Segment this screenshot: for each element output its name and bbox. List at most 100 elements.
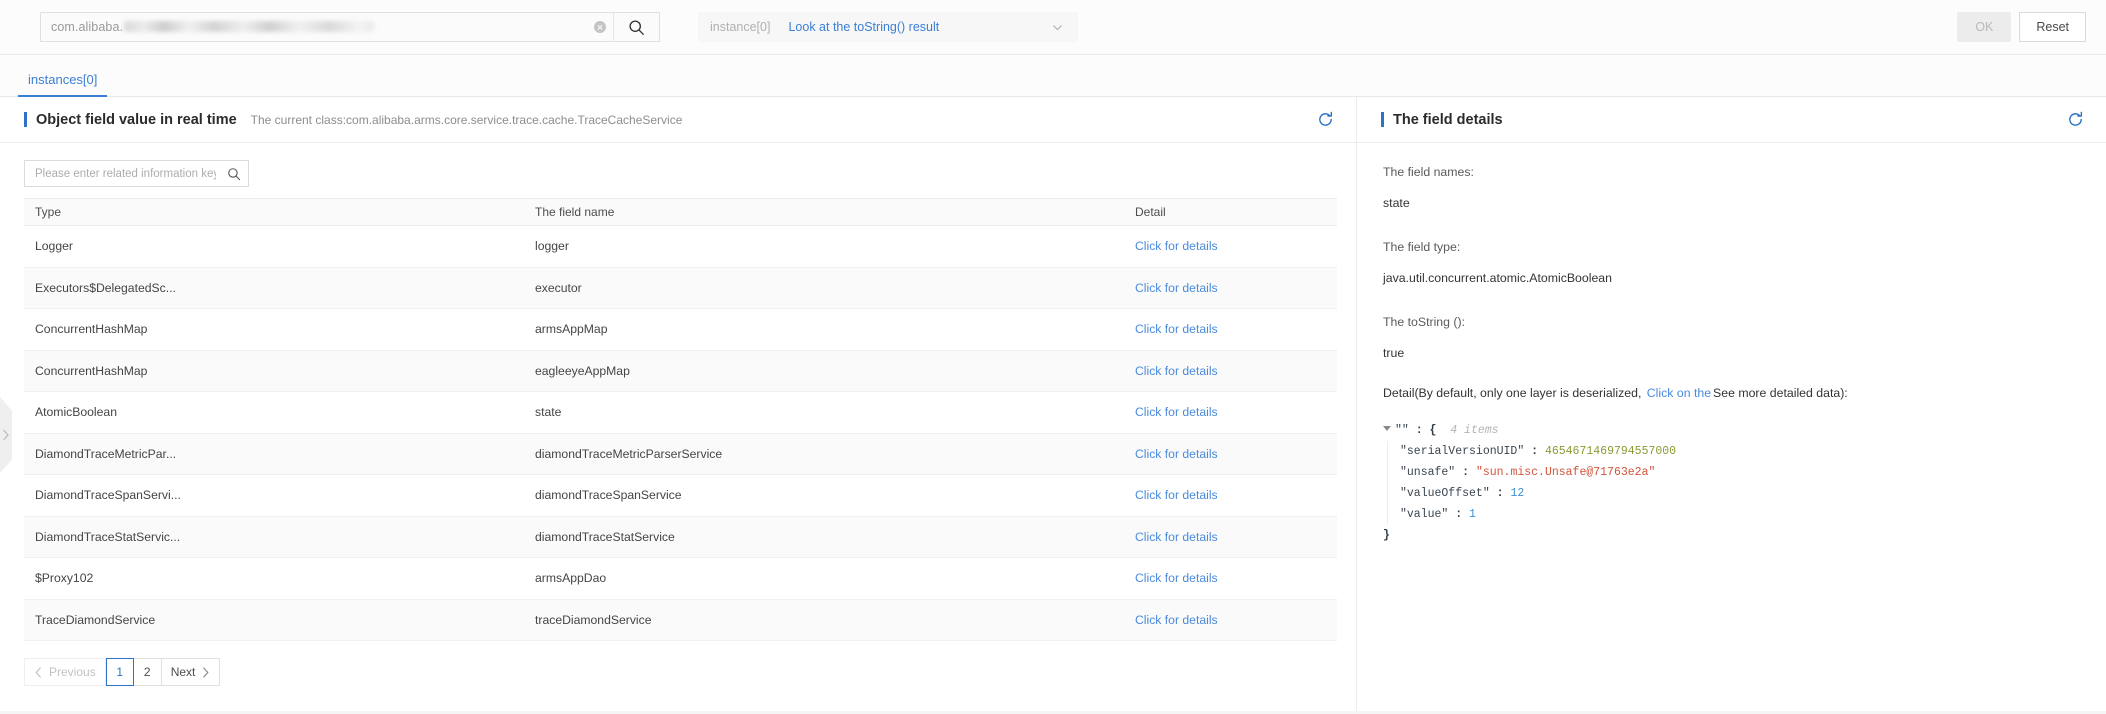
tostring-value: true <box>1383 346 1405 360</box>
click-for-details-link[interactable]: Click for details <box>1135 447 1218 461</box>
cell-field-name: diamondTraceStatService <box>524 516 1124 558</box>
click-for-details-link[interactable]: Click for details <box>1135 239 1218 253</box>
cell-field-name: logger <box>524 225 1124 268</box>
click-for-details-link[interactable]: Click for details <box>1135 281 1218 295</box>
cell-type: DiamondTraceSpanServi... <box>24 474 524 517</box>
refresh-icon[interactable] <box>2067 111 2084 128</box>
tab-instances-0[interactable]: instances[0] <box>17 72 108 97</box>
json-root-close: } <box>1383 529 1390 542</box>
chevron-left-icon <box>34 666 49 678</box>
app-root: com.alibaba. instance[0] Look at the toS… <box>0 0 2106 714</box>
field-filter-box[interactable] <box>24 160 249 187</box>
table-row: TraceDiamondService traceDiamondService Cl… <box>24 599 1337 641</box>
content-area: Object field value in real time The curr… <box>0 97 2106 714</box>
field-details-title: The field details <box>1393 111 1503 128</box>
cell-detail: Click for details <box>1124 225 1337 268</box>
cell-detail: Click for details <box>1124 599 1337 641</box>
pagination-next[interactable]: Next <box>161 658 221 686</box>
search-submit-icon[interactable] <box>613 13 659 41</box>
object-fields-table: Type The field name Detail Logger logger C… <box>24 198 1337 641</box>
cell-detail: Click for details <box>1124 350 1337 392</box>
table-row: DiamondTraceSpanServi... diamondTraceSpan… <box>24 474 1337 517</box>
json-entry: "valueOffset" : 12 <box>1400 487 1525 500</box>
caret-down-icon[interactable] <box>1383 426 1391 431</box>
click-for-details-link[interactable]: Click for details <box>1135 364 1218 378</box>
field-details-panel: The field details The field names: state… <box>1357 97 2106 711</box>
pagination-previous-label: Previous <box>49 665 96 679</box>
class-search-text: com.alibaba. <box>51 20 375 34</box>
accent-bar <box>1381 112 1384 127</box>
table-row: $Proxy102 armsAppDao Click for details <box>24 557 1337 600</box>
cell-detail: Click for details <box>1124 557 1337 600</box>
search-input[interactable] <box>25 167 220 180</box>
pagination-page-1[interactable]: 1 <box>105 658 134 686</box>
top-toolbar: com.alibaba. instance[0] Look at the toS… <box>0 0 2106 55</box>
json-entries: "serialVersionUID" : 4654671469794557000… <box>1387 441 2080 525</box>
table-row: DiamondTraceStatServic... diamondTraceSta… <box>24 516 1337 558</box>
cell-field-name: armsAppDao <box>524 557 1124 600</box>
table-header: Type The field name Detail <box>24 198 1337 226</box>
click-for-details-link[interactable]: Click for details <box>1135 322 1218 336</box>
json-entry-key: "valueOffset" <box>1400 487 1490 500</box>
click-for-details-link[interactable]: Click for details <box>1135 530 1218 544</box>
click-for-details-link[interactable]: Click for details <box>1135 488 1218 502</box>
click-for-details-link[interactable]: Click for details <box>1135 613 1218 627</box>
table-row: AtomicBoolean state Click for details <box>24 391 1337 434</box>
json-entry-value: 1 <box>1469 508 1476 521</box>
cell-field-name: state <box>524 391 1124 434</box>
cell-type: Logger <box>24 225 524 268</box>
cell-type: DiamondTraceMetricPar... <box>24 433 524 475</box>
field-names-label: The field names: <box>1383 165 1474 179</box>
tostring-label: The toString (): <box>1383 315 1466 329</box>
clear-search-icon[interactable] <box>587 13 613 41</box>
table-row: ConcurrentHashMap armsAppMap Click for det… <box>24 308 1337 351</box>
detail-note: Detail(By default, only one layer is des… <box>1383 386 2080 400</box>
refresh-icon[interactable] <box>1317 111 1334 128</box>
column-header-field: The field name <box>524 198 1124 226</box>
click-for-details-link[interactable]: Click for details <box>1135 571 1218 585</box>
json-entry: "unsafe" : "sun.misc.Unsafe@71763e2a" <box>1400 466 1656 479</box>
cell-field-name: diamondTraceSpanService <box>524 474 1124 517</box>
page-title: Object field value in real time <box>36 111 237 128</box>
column-header-type: Type <box>24 198 524 226</box>
table-row: Logger logger Click for details <box>24 225 1337 268</box>
accent-bar <box>24 112 27 127</box>
json-entry-key: "unsafe" <box>1400 466 1456 479</box>
class-search-input[interactable]: com.alibaba. <box>41 13 587 41</box>
cell-detail: Click for details <box>1124 516 1337 558</box>
instance-selector[interactable]: instance[0] Look at the toString() resul… <box>698 12 1078 42</box>
click-for-details-link[interactable]: Click for details <box>1135 405 1218 419</box>
detail-note-link[interactable]: Click on the <box>1647 386 1711 400</box>
json-tree-viewer: "" : { 4 items "serialVersionUID" : 4654… <box>1383 420 2080 546</box>
instance-selector-value[interactable]: Look at the toString() result <box>788 20 939 34</box>
topbar-actions: OK Reset <box>1957 12 2086 42</box>
reset-button[interactable]: Reset <box>2019 12 2086 42</box>
cell-detail: Click for details <box>1124 267 1337 309</box>
json-entry-value: 4654671469794557000 <box>1544 445 1677 458</box>
pagination: Previous 1 2 Next <box>24 658 1356 686</box>
class-search-box[interactable]: com.alibaba. <box>40 12 660 42</box>
cell-type: ConcurrentHashMap <box>24 350 524 392</box>
table-body: Logger logger Click for details Executors$D… <box>24 225 1337 641</box>
json-root-row[interactable]: "" : { 4 items <box>1383 420 2080 441</box>
cell-detail: Click for details <box>1124 391 1337 434</box>
ok-button[interactable]: OK <box>1957 12 2012 42</box>
cell-detail: Click for details <box>1124 474 1337 517</box>
json-entry-value: "sun.misc.Unsafe@71763e2a" <box>1475 466 1656 479</box>
instance-selector-label: instance[0] <box>710 20 771 34</box>
search-icon[interactable] <box>220 167 248 181</box>
pagination-previous[interactable]: Previous <box>24 658 106 686</box>
object-fields-panel: Object field value in real time The curr… <box>0 97 1357 711</box>
cell-type: $Proxy102 <box>24 557 524 600</box>
json-items-count: 4 items <box>1450 424 1499 437</box>
cell-detail: Click for details <box>1124 308 1337 351</box>
cell-type: DiamondTraceStatServic... <box>24 516 524 558</box>
cell-field-name: armsAppMap <box>524 308 1124 351</box>
chevron-down-icon[interactable] <box>1037 21 1078 34</box>
chevron-right-icon <box>195 666 210 678</box>
field-names-value: state <box>1383 196 1410 210</box>
cell-type: TraceDiamondService <box>24 599 524 641</box>
object-fields-panel-header: Object field value in real time The curr… <box>0 97 1356 143</box>
pagination-page-2[interactable]: 2 <box>133 658 162 686</box>
cell-detail: Click for details <box>1124 433 1337 475</box>
